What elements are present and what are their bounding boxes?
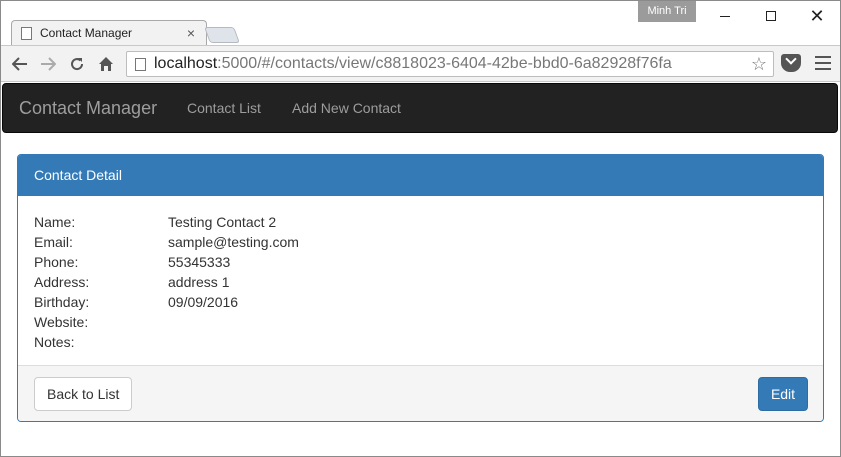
reload-button[interactable]: [66, 53, 88, 75]
detail-row-address: Address: address 1: [34, 272, 807, 292]
nav-link-contact-list[interactable]: Contact List: [187, 84, 261, 134]
edit-button[interactable]: Edit: [758, 377, 808, 411]
browser-toolbar: localhost:5000/#/contacts/view/c8818023-…: [1, 45, 840, 82]
panel-heading: Contact Detail: [18, 155, 823, 196]
field-label: Notes:: [34, 334, 75, 350]
field-value: 55345333: [168, 254, 231, 270]
field-label: Email:: [34, 234, 73, 250]
navbar-brand[interactable]: Contact Manager: [19, 84, 157, 134]
detail-row-birthday: Birthday: 09/09/2016: [34, 292, 807, 312]
field-label: Name:: [34, 214, 76, 230]
new-tab-button[interactable]: [204, 27, 240, 43]
url-host: localhost: [154, 55, 218, 72]
arrow-right-icon: [41, 57, 56, 71]
field-value: Testing Contact 2: [168, 214, 277, 230]
detail-row-notes: Notes:: [34, 332, 807, 352]
forward-button[interactable]: [37, 53, 59, 75]
detail-row-email: Email: sample@testing.com: [34, 232, 807, 252]
browser-menu-icon[interactable]: [815, 56, 831, 74]
back-button[interactable]: [9, 53, 31, 75]
field-label: Birthday:: [34, 294, 90, 310]
tab-title: Contact Manager: [40, 26, 133, 40]
pocket-extension-icon[interactable]: [781, 53, 801, 72]
user-profile-badge[interactable]: Minh Tri: [638, 1, 696, 22]
url-path: :5000/#/contacts/view/c8818023-6404-42be…: [217, 55, 672, 72]
minimize-button[interactable]: [702, 1, 748, 31]
browser-tab-content[interactable]: Contact Manager ×: [11, 20, 207, 46]
field-label: Address:: [34, 274, 90, 290]
minimize-icon: [720, 15, 730, 17]
page-content: Contact Manager Contact List Add New Con…: [1, 83, 840, 456]
page-icon: [135, 57, 146, 71]
title-bar: Contact Manager × Minh Tri ✕: [1, 1, 840, 46]
field-value: address 1: [168, 274, 230, 290]
close-window-button[interactable]: ✕: [794, 1, 840, 31]
back-to-list-button[interactable]: Back to List: [34, 377, 133, 411]
detail-row-phone: Phone: 55345333: [34, 252, 807, 272]
home-button[interactable]: [95, 53, 117, 75]
home-icon: [99, 57, 113, 71]
address-bar[interactable]: localhost:5000/#/contacts/view/c8818023-…: [126, 51, 774, 77]
detail-row-name: Name: Testing Contact 2: [34, 212, 807, 232]
nav-link-add-new-contact[interactable]: Add New Contact: [292, 84, 401, 134]
arrow-left-icon: [12, 57, 27, 71]
page-icon: [21, 26, 32, 40]
panel-footer: Back to List Edit: [18, 365, 823, 421]
close-icon: ✕: [809, 5, 825, 26]
field-value: 09/09/2016: [168, 294, 239, 310]
detail-row-website: Website:: [34, 312, 807, 332]
field-value: sample@testing.com: [168, 234, 299, 250]
reload-icon: [71, 58, 84, 71]
app-navbar: Contact Manager Contact List Add New Con…: [2, 83, 838, 133]
browser-window: Contact Manager × Minh Tri ✕ localhost:5…: [0, 0, 841, 457]
maximize-icon: [766, 11, 776, 21]
contact-detail-panel: Contact Detail Name: Testing Contact 2 E…: [17, 154, 824, 422]
tab-close-icon[interactable]: ×: [187, 25, 195, 41]
bookmark-star-icon[interactable]: ☆: [751, 54, 767, 75]
panel-body: Name: Testing Contact 2 Email: sample@te…: [18, 196, 823, 366]
field-label: Website:: [34, 314, 89, 330]
maximize-button[interactable]: [748, 1, 794, 31]
field-label: Phone:: [34, 254, 79, 270]
